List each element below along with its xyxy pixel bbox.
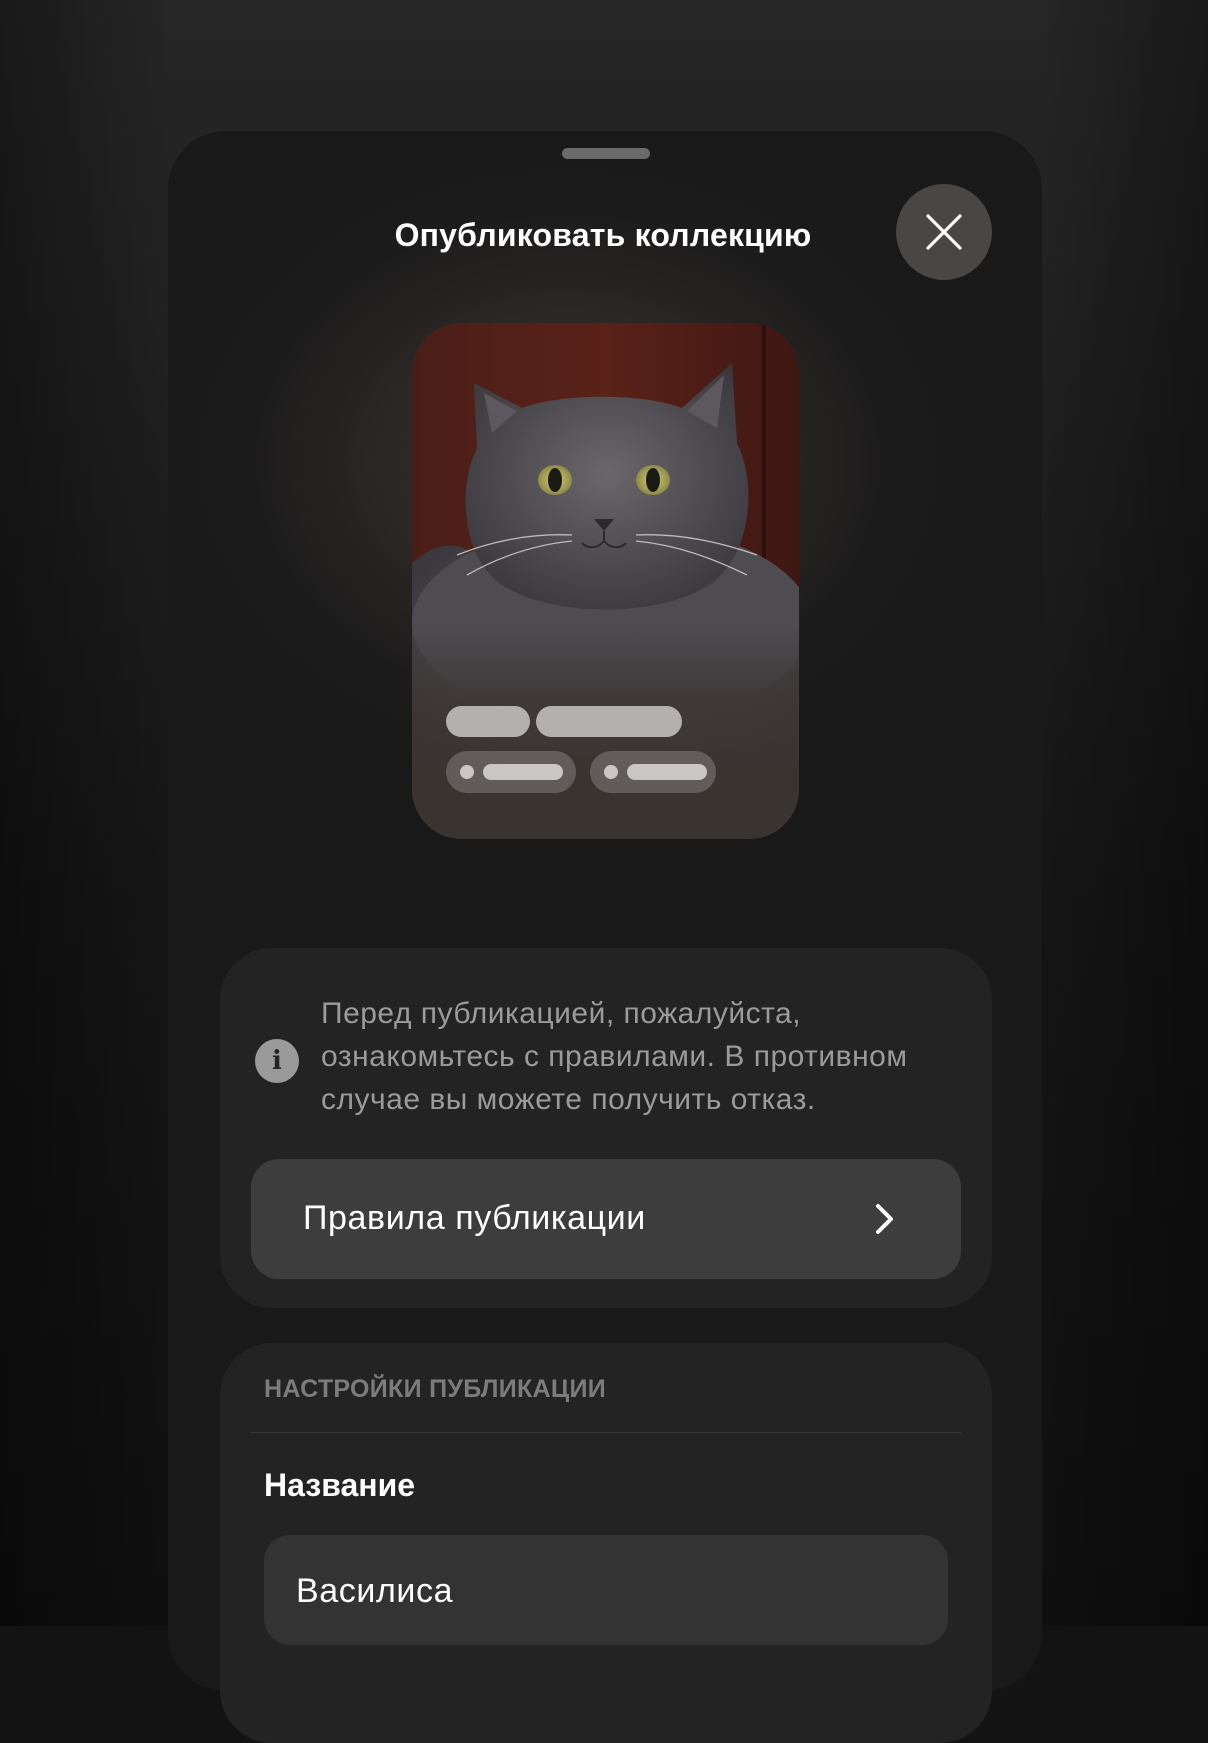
name-field[interactable]: Василиса [264,1535,948,1645]
title-placeholder [446,706,530,737]
chevron-right-icon [876,1204,893,1234]
publication-settings-header: НАСТРОЙКИ ПУБЛИКАЦИИ [264,1375,607,1403]
title-placeholder [536,706,682,737]
sheet-grabber[interactable] [562,148,650,159]
tag-dot [604,765,618,779]
publication-rules-label: Правила публикации [303,1199,646,1237]
info-icon: i [255,1039,299,1083]
publication-rules-button[interactable]: Правила публикации [251,1159,961,1279]
name-field-value: Василиса [296,1572,454,1610]
close-icon [926,214,962,250]
tag-bar [483,764,563,780]
divider [251,1432,961,1433]
publication-settings-card: НАСТРОЙКИ ПУБЛИКАЦИИ Название Василиса [220,1343,992,1743]
rules-notice-text: Перед публикацией, пожалуйста, ознакомьт… [321,997,908,1116]
tag-bar [627,764,707,780]
close-button[interactable] [896,184,992,280]
tag-placeholder [590,751,716,793]
collection-preview-card [412,323,799,839]
tag-placeholder [446,751,576,793]
name-field-label: Название [264,1467,416,1503]
rules-notice-card: i Перед публикацией, пожалуйста, ознаком… [220,948,992,1308]
tag-dot [460,765,474,779]
